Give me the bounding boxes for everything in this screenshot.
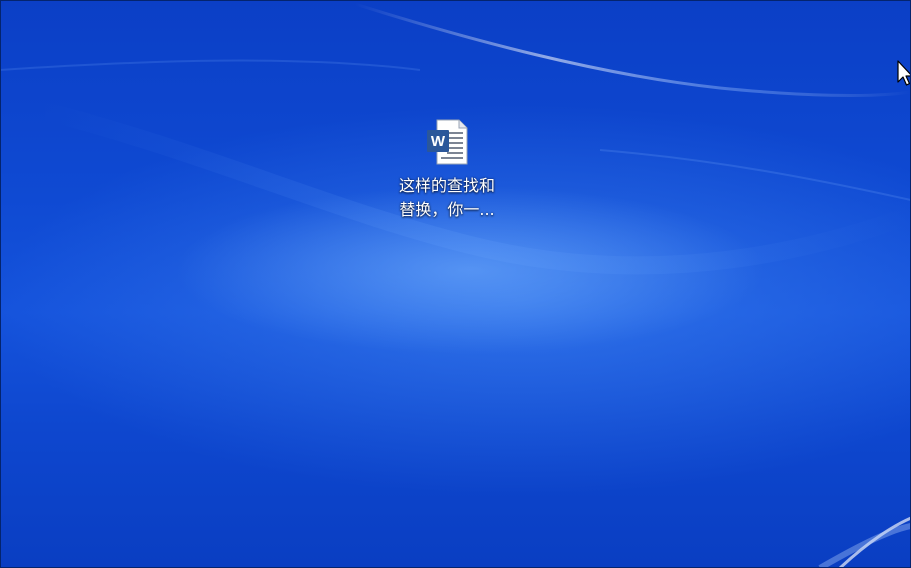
desktop[interactable]: W 这样的查找和 替换，你一... bbox=[0, 0, 911, 568]
word-document-icon: W bbox=[425, 118, 469, 166]
mouse-pointer-icon bbox=[897, 60, 911, 86]
svg-text:W: W bbox=[431, 133, 446, 150]
wallpaper-swoosh bbox=[0, 2, 911, 568]
desktop-icon-word-document[interactable]: W 这样的查找和 替换，你一... bbox=[384, 118, 510, 222]
desktop-icon-label: 这样的查找和 替换，你一... bbox=[398, 176, 495, 219]
